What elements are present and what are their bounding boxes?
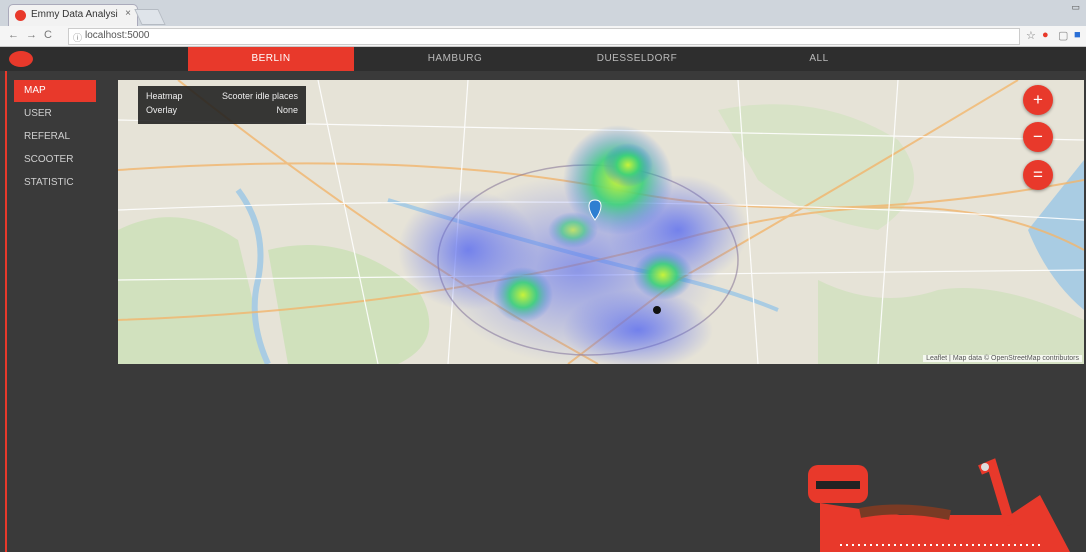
sidebar-item-map[interactable]: MAP	[14, 80, 96, 102]
url-text: localhost:5000	[85, 30, 150, 41]
browser-tab-title: Emmy Data Analysi	[31, 9, 118, 20]
emmy-logo-icon[interactable]	[9, 51, 33, 67]
star-icon[interactable]: ☆	[1026, 29, 1036, 42]
zoom-out-button[interactable]: −	[1023, 122, 1053, 152]
menu-extension-icon[interactable]: ■	[1074, 29, 1081, 41]
info-row-heatmap: Heatmap Scooter idle places	[146, 91, 298, 105]
app-header: BERLIN HAMBURG DUESSELDORF ALL	[0, 47, 1086, 71]
overlay-value: None	[276, 105, 298, 115]
heatmap-value: Scooter idle places	[221, 91, 298, 101]
heatmap-map[interactable]: Heatmap Scooter idle places Overlay None…	[118, 80, 1084, 364]
sidebar-nav: MAP USER REFERAL SCOOTER STATISTIC	[14, 80, 96, 195]
extension-icon[interactable]: ▢	[1058, 29, 1068, 42]
scooter-illustration	[808, 458, 1070, 552]
sidebar-item-statistic[interactable]: STATISTIC	[14, 172, 96, 194]
reload-icon[interactable]: C	[44, 29, 52, 41]
browser-tab-bar: Emmy Data Analysi × ▭	[0, 0, 1086, 27]
window-controls-icon[interactable]: ▭	[1071, 2, 1080, 13]
info-row-overlay: Overlay None	[146, 105, 298, 119]
back-icon[interactable]: ←	[8, 29, 19, 41]
scooter-marker-icon[interactable]	[653, 306, 661, 314]
overlay-label: Overlay	[146, 105, 178, 115]
heatmap-label: Heatmap	[146, 91, 183, 101]
tab-duesseldorf[interactable]: DUESSELDORF	[554, 47, 720, 71]
app-favicon-icon	[15, 10, 26, 21]
map-attribution: Leaflet | Map data © OpenStreetMap contr…	[923, 355, 1082, 362]
tab-berlin[interactable]: BERLIN	[188, 47, 354, 71]
map-info-panel: Heatmap Scooter idle places Overlay None	[138, 86, 306, 124]
fit-bounds-button[interactable]: =	[1023, 160, 1053, 190]
forward-icon[interactable]: →	[26, 29, 37, 41]
sidebar-item-scooter[interactable]: SCOOTER	[14, 149, 96, 171]
url-input[interactable]: ⓘ localhost:5000	[68, 28, 1020, 45]
new-tab-button[interactable]	[134, 9, 166, 25]
browser-tab[interactable]: Emmy Data Analysi ×	[8, 4, 138, 27]
tab-all[interactable]: ALL	[736, 47, 902, 71]
sidebar-item-referal[interactable]: REFERAL	[14, 126, 96, 148]
zoom-in-button[interactable]: +	[1023, 85, 1053, 115]
tab-hamburg[interactable]: HAMBURG	[372, 47, 538, 71]
browser-address-bar: ← → C ⓘ localhost:5000 ☆ ● ▢ ■	[0, 26, 1086, 47]
info-icon: ⓘ	[73, 33, 83, 43]
opera-extension-icon[interactable]: ●	[1042, 29, 1049, 41]
accent-divider	[5, 71, 7, 552]
sidebar-item-user[interactable]: USER	[14, 103, 96, 125]
close-tab-icon[interactable]: ×	[125, 8, 131, 19]
